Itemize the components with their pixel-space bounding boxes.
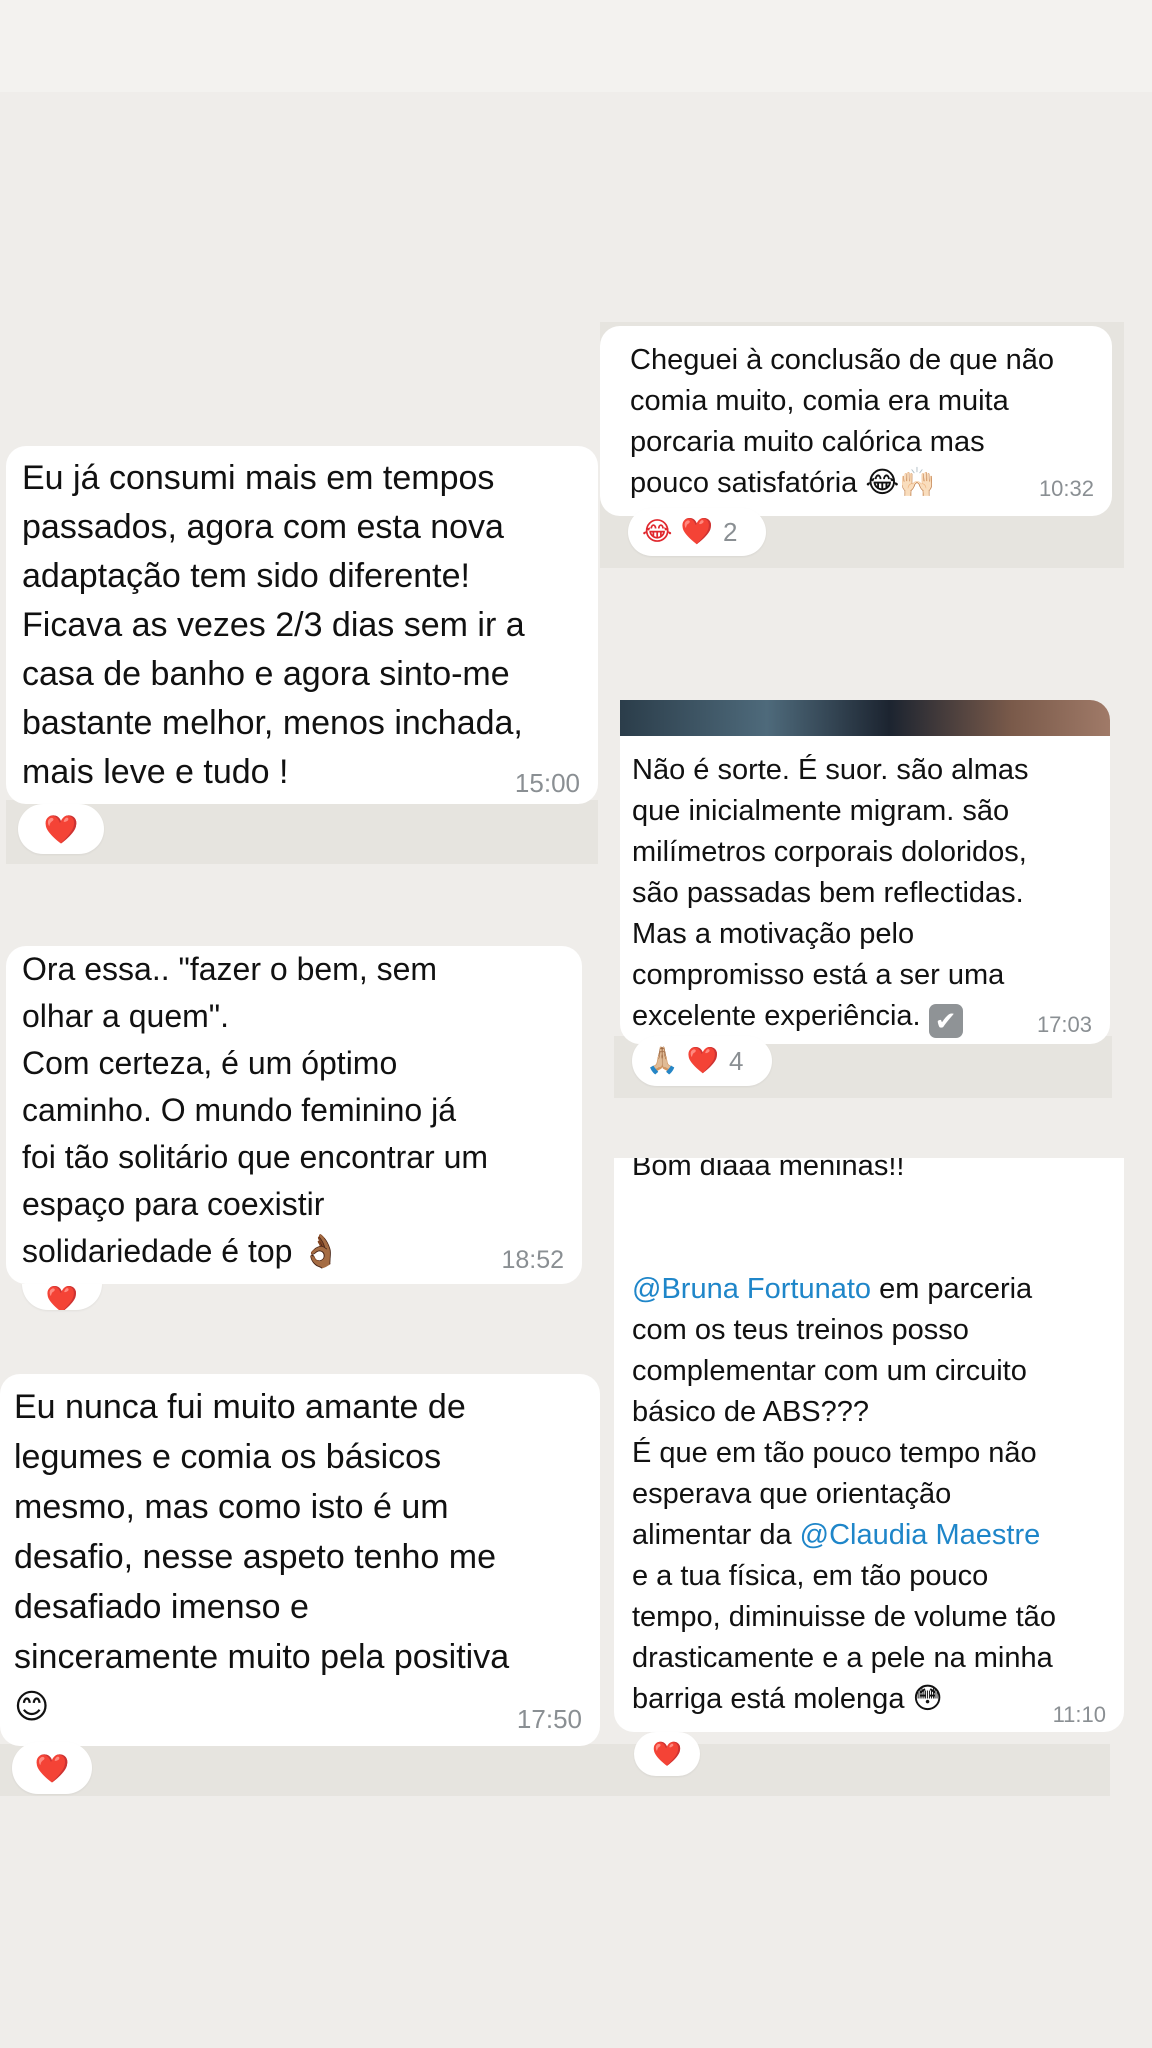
reaction-emoji: ❤️ <box>34 1751 70 1785</box>
message-text: Não é sorte. É suor. são almas que inici… <box>632 750 1110 1038</box>
message-bubble[interactable]: Eu já consumi mais em tempos passados, a… <box>6 446 598 804</box>
top-band <box>0 0 1152 92</box>
message-body: em parceria com os teus treinos posso co… <box>632 1273 1037 1551</box>
message-body: Não é sorte. É suor. são almas que inici… <box>632 754 1029 1032</box>
reaction-emoji: ❤️ <box>43 812 79 846</box>
mention-link[interactable]: @Bruna Fortunato <box>632 1273 871 1305</box>
message-bubble[interactable]: Bom diaaa meninas!! @Bruna Fortunato em … <box>614 1158 1124 1732</box>
message-bubble[interactable]: Ora essa.. "fazer o bem, sem olhar a que… <box>6 946 582 1284</box>
reaction-emoji: ❤️ <box>45 1285 79 1310</box>
message-bubble[interactable]: Cheguei à conclusão de que não comia mui… <box>600 326 1112 516</box>
message-time: 11:10 <box>1052 1702 1106 1727</box>
message-text: Eu nunca fui muito amante de legumes e c… <box>14 1388 510 1726</box>
mention-link[interactable]: @Claudia Maestre <box>800 1519 1041 1551</box>
message-bubble[interactable]: Não é sorte. É suor. são almas que inici… <box>620 700 1110 1044</box>
message-time: 10:32 <box>1038 476 1094 501</box>
reaction-pill[interactable]: 🙏🏼 ❤️ 4 <box>632 1036 772 1086</box>
reaction-pill[interactable]: 😂 ❤️ 2 <box>628 508 766 556</box>
check-icon: ✔ <box>928 1004 963 1038</box>
reaction-pill[interactable]: ❤️ <box>634 1732 700 1776</box>
image-thumbnail[interactable] <box>620 700 1110 736</box>
message-time: 15:00 <box>514 768 580 798</box>
reaction-emoji: ❤️ <box>652 1740 682 1768</box>
reaction-emoji: 😂 ❤️ <box>642 517 714 547</box>
reaction-pill[interactable]: ❤️ <box>22 1284 102 1310</box>
reaction-count: 2 <box>723 516 738 547</box>
reaction-pill[interactable]: ❤️ <box>18 804 104 854</box>
message-text: Bom diaaa meninas!! @Bruna Fortunato em … <box>632 1158 1124 1720</box>
message-time: 17:03 <box>1036 1012 1092 1037</box>
reaction-count: 4 <box>729 1045 744 1076</box>
message-text: Eu já consumi mais em tempos passados, a… <box>22 459 525 791</box>
message-time: 17:50 <box>516 1704 582 1734</box>
message-bubble[interactable]: Eu nunca fui muito amante de legumes e c… <box>0 1374 600 1746</box>
message-body: e a tua física, em tão pouco tempo, dimi… <box>632 1560 1056 1715</box>
reaction-emoji: 🙏🏼 ❤️ <box>646 1046 720 1076</box>
reaction-pill[interactable]: ❤️ <box>12 1742 92 1794</box>
message-time: 18:52 <box>501 1246 564 1274</box>
chat-wallpaper <box>0 1744 1110 1796</box>
message-text: Ora essa.. "fazer o bem, sem olhar a que… <box>22 951 489 1269</box>
message-greeting: Bom diaaa meninas!! <box>632 1158 905 1182</box>
